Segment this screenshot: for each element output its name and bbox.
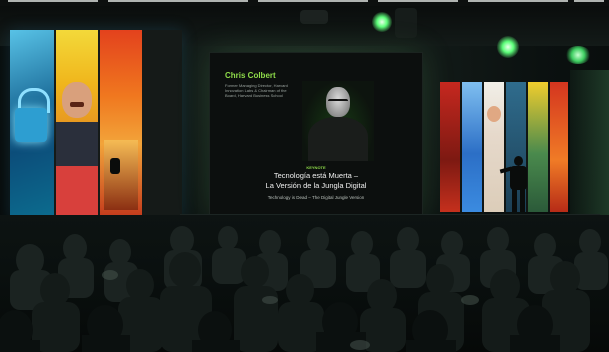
audience-silhouettes [0, 226, 608, 352]
conference-hall: Chris Colbert Former Managing Director, … [0, 0, 609, 352]
